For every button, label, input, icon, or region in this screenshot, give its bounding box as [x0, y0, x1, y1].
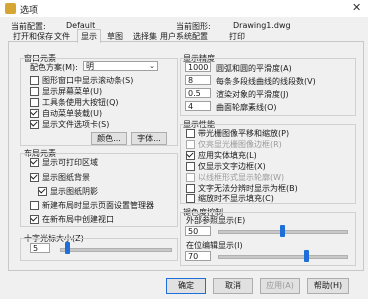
checkbox-label: 显示图纸阴影: [50, 187, 98, 196]
checkbox-box: [38, 187, 47, 196]
tab-drafting[interactable]: 草图: [104, 31, 126, 42]
apply-solid-fill-checkbox[interactable]: 应用实体填充(L): [186, 150, 257, 161]
arc-smoothness-input[interactable]: 1000: [185, 62, 211, 72]
checkbox-box: [186, 194, 195, 203]
tab-user-preferences[interactable]: 用户系统配置: [157, 31, 211, 42]
tab-plot[interactable]: 打印: [226, 31, 248, 42]
apply-button[interactable]: 应用(A): [260, 278, 300, 294]
checkbox-box: [30, 173, 39, 182]
checkbox-label: 缩放时不显示填充(C): [198, 194, 274, 203]
ok-button[interactable]: 确定: [166, 278, 206, 294]
checkbox-box: [30, 201, 39, 210]
crosshair-size-slider[interactable]: [60, 248, 172, 252]
tab-open-save[interactable]: 打开和保存: [10, 31, 56, 42]
checkbox-box: [186, 184, 195, 193]
show-file-tabs-checkbox[interactable]: 显示文件选项卡(S): [30, 119, 109, 130]
checkbox-box: [30, 76, 39, 85]
wireframe-silhouette-checkbox[interactable]: 以线框形式显示轮廓(W): [186, 172, 284, 183]
cancel-button[interactable]: 取消: [213, 278, 253, 294]
checkbox-label: 应用实体填充(L): [198, 151, 257, 160]
show-paper-shadow-checkbox[interactable]: 显示图纸阴影: [38, 186, 98, 197]
contour-lines-input[interactable]: 4: [185, 101, 211, 111]
checkbox-label: 仅亮显光栅图像边框(R): [198, 140, 282, 149]
inplace-slider-thumb[interactable]: [304, 250, 310, 262]
inplace-edit-input[interactable]: 70: [185, 251, 211, 261]
checkbox-box: [186, 173, 195, 182]
checkbox-box: [30, 158, 39, 167]
checkbox-label: 显示屏幕菜单(U): [42, 87, 103, 96]
checkbox-label: 显示文件选项卡(S): [42, 120, 110, 129]
large-buttons-checkbox[interactable]: 工具条使用大按钮(Q): [30, 97, 119, 108]
color-scheme-value: 明: [86, 62, 94, 71]
show-paper-background-checkbox[interactable]: 显示图纸背景: [30, 172, 90, 183]
crosshair-slider-thumb[interactable]: [65, 242, 71, 254]
auto-menu-load-checkbox[interactable]: 自动菜单装载(U): [30, 108, 102, 119]
tab-display[interactable]: 显示: [77, 29, 101, 43]
text-boundary-checkbox[interactable]: 仅显示文字边框(X): [186, 161, 266, 172]
checkbox-label: 新建布局时显示页面设置管理器: [42, 201, 154, 210]
crosshair-size-input[interactable]: 5: [30, 243, 50, 253]
checkbox-box: [30, 215, 39, 224]
raster-pan-zoom-checkbox[interactable]: 带光栅图像平移和缩放(P): [186, 128, 289, 139]
polyline-segments-label: 每条多段线曲线的线段数(V): [216, 77, 316, 86]
render-smoothness-input[interactable]: 0.5: [185, 88, 211, 98]
checkbox-label: 显示图纸背景: [42, 173, 90, 182]
show-printable-area-checkbox[interactable]: 显示可打印区域: [30, 157, 98, 168]
checkbox-box: [186, 129, 195, 138]
show-screen-menu-checkbox[interactable]: 显示屏幕菜单(U): [30, 86, 102, 97]
show-page-setup-manager-checkbox[interactable]: 新建布局时显示页面设置管理器: [30, 200, 154, 211]
checkbox-box: [30, 120, 39, 129]
contour-lines-label: 曲面轮廓素线(O): [216, 103, 277, 112]
colors-button[interactable]: 颜色...: [91, 132, 127, 145]
window-title: 选项: [20, 6, 39, 16]
xref-display-label: 外部参照显示(E): [186, 216, 246, 225]
inplace-edit-slider[interactable]: [218, 255, 348, 259]
arc-smoothness-label: 圆弧和圆的平滑度(A): [216, 64, 292, 73]
checkbox-box: [30, 109, 39, 118]
checkbox-box: [186, 162, 195, 171]
checkbox-label: 显示可打印区域: [42, 158, 98, 167]
app-icon: [5, 3, 16, 14]
checkbox-label: 图形窗口中显示滚动条(S): [42, 76, 134, 85]
hide-fill-on-zoom-checkbox[interactable]: 缩放时不显示填充(C): [186, 193, 274, 204]
current-drawing-value: Drawing1.dwg: [233, 21, 291, 30]
xref-slider-thumb[interactable]: [279, 225, 285, 237]
polyline-segments-input[interactable]: 8: [185, 75, 211, 85]
close-icon[interactable]: ✕: [352, 1, 361, 14]
title-bar: 选项 ✕: [0, 0, 368, 17]
chevron-down-icon: ⌄: [149, 62, 155, 70]
inplace-edit-label: 在位编辑显示(I): [186, 241, 243, 250]
checkbox-label: 工具条使用大按钮(Q): [42, 98, 119, 107]
checkbox-box: [30, 87, 39, 96]
checkbox-label: 仅显示文字边框(X): [198, 162, 266, 171]
tab-selection[interactable]: 选择集: [130, 31, 160, 42]
color-scheme-label: 配色方案(M):: [30, 63, 78, 72]
checkbox-label: 以线框形式显示轮廓(W): [198, 173, 285, 182]
create-viewport-checkbox[interactable]: 在新布局中创建视口: [30, 214, 114, 225]
checkbox-label: 在新布局中创建视口: [42, 215, 114, 224]
fonts-button[interactable]: 字体...: [131, 132, 167, 145]
tab-strip: 打开和保存 文件 显示 草图 选择集 用户系统配置 打印: [10, 29, 360, 43]
checkbox-box: [30, 98, 39, 107]
highlight-raster-frame-checkbox[interactable]: 仅亮显光栅图像边框(R): [186, 139, 282, 150]
show-scrollbars-checkbox[interactable]: 图形窗口中显示滚动条(S): [30, 75, 133, 86]
help-button[interactable]: 帮助(H): [307, 278, 349, 294]
color-scheme-select[interactable]: 明 ⌄: [83, 61, 158, 71]
checkbox-box: [186, 151, 195, 160]
checkbox-box: [186, 140, 195, 149]
xref-display-input[interactable]: 50: [185, 226, 211, 236]
render-smoothness-label: 渲染对象的平滑度(J): [216, 90, 289, 99]
checkbox-label: 自动菜单装载(U): [42, 109, 103, 118]
tab-files[interactable]: 文件: [51, 31, 73, 42]
checkbox-label: 带光栅图像平移和缩放(P): [198, 129, 290, 138]
